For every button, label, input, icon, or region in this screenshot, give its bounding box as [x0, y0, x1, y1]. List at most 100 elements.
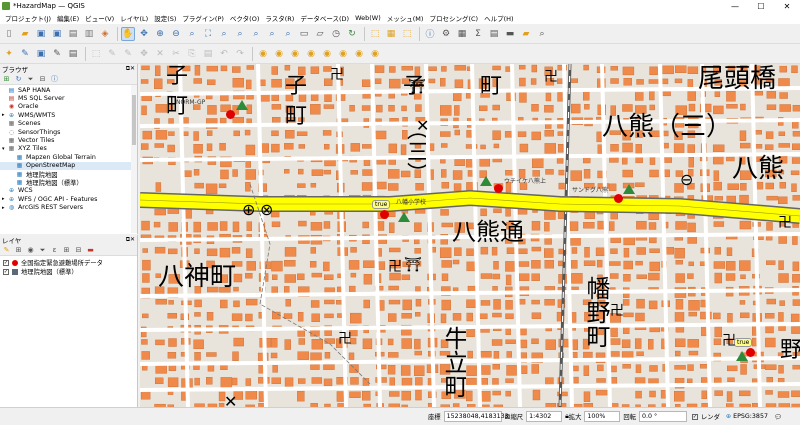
add-point-icon[interactable]: ⬚: [89, 47, 103, 61]
add-layer-icon[interactable]: ✦: [2, 47, 16, 61]
evacuation-point[interactable]: [226, 110, 235, 119]
label-pin-icon[interactable]: ◉: [272, 47, 286, 61]
menu-project[interactable]: プロジェクト(J): [2, 13, 54, 23]
evacuation-point[interactable]: [746, 348, 755, 357]
browser-item-mssql[interactable]: ▤ MS SQL Server: [0, 94, 137, 102]
edit-layer-icon[interactable]: ✎: [18, 47, 32, 61]
filter-legend-icon[interactable]: ⏷: [38, 246, 47, 255]
layer-visibility-checkbox[interactable]: ✓: [3, 268, 9, 275]
evacuation-point[interactable]: [380, 210, 389, 219]
open-project-icon[interactable]: ▰: [18, 27, 32, 41]
menu-plugins[interactable]: プラグイン(P): [179, 13, 227, 23]
label-move-icon[interactable]: ◉: [320, 47, 334, 61]
minimize-button[interactable]: —: [722, 0, 748, 12]
identify-icon[interactable]: ⓘ: [423, 27, 437, 41]
zoom-last-icon[interactable]: ⌕: [265, 27, 279, 41]
label-rotate-icon[interactable]: ◉: [336, 47, 350, 61]
new-3d-view-icon[interactable]: ▱: [313, 27, 327, 41]
label-show-icon[interactable]: ◉: [304, 47, 318, 61]
menu-edit[interactable]: 編集(E): [54, 13, 82, 23]
browser-item-oracle[interactable]: ◉ Oracle: [0, 103, 137, 111]
browser-item-arcgis[interactable]: ▸ ◍ ArcGIS REST Servers: [0, 203, 137, 211]
style-manager-icon[interactable]: ◈: [98, 27, 112, 41]
menu-help[interactable]: ヘルプ(H): [481, 13, 516, 23]
add-selected-icon[interactable]: ⊞: [2, 75, 11, 84]
menu-raster[interactable]: ラスタ(R): [262, 13, 297, 23]
browser-item-wcs[interactable]: ⊕ WCS: [0, 187, 137, 195]
add-group-icon[interactable]: ⊞: [14, 246, 23, 255]
measure-icon[interactable]: ▬: [503, 27, 517, 41]
messages-button[interactable]: 💬︎: [774, 413, 782, 421]
pan-to-selection-icon[interactable]: ✥: [137, 27, 151, 41]
layer-options-icon[interactable]: ▤: [66, 47, 80, 61]
menu-web[interactable]: Web(W): [352, 14, 384, 22]
collapse-all-icon[interactable]: ⊟: [74, 246, 83, 255]
filter-icon[interactable]: ⏷: [26, 75, 35, 84]
menu-mesh[interactable]: メッシュ(M): [384, 13, 427, 23]
render-checkbox[interactable]: ✓: [691, 413, 698, 420]
paste-icon[interactable]: ▤: [201, 47, 215, 61]
close-button[interactable]: ✕: [774, 0, 800, 12]
open-style-panel-icon[interactable]: ✎: [2, 246, 11, 255]
refresh-icon[interactable]: ↻: [14, 75, 23, 84]
expand-all-icon[interactable]: ⊞: [62, 246, 71, 255]
browser-item-vector-tiles[interactable]: ▦ Vector Tiles: [0, 136, 137, 144]
menu-processing[interactable]: プロセシング(C): [426, 13, 481, 23]
browser-item-wms[interactable]: ▸ ⊕ WMS/WMTS: [0, 111, 137, 119]
panel-close-icon[interactable]: ⧉✕: [126, 236, 135, 244]
field-calculator-icon[interactable]: ▤: [487, 27, 501, 41]
select-value-icon[interactable]: ▦: [384, 27, 398, 41]
save-as-icon[interactable]: ▣: [50, 27, 64, 41]
layer-visibility-checkbox[interactable]: ✓: [3, 259, 9, 266]
scrollbar-thumb[interactable]: [132, 95, 136, 145]
zoom-out-icon[interactable]: ⊖: [169, 27, 183, 41]
magnifier-field[interactable]: 100%: [584, 411, 621, 422]
delete-icon[interactable]: ✕: [153, 47, 167, 61]
crs-button[interactable]: ⊕ EPSG:3857: [726, 413, 768, 420]
collapse-all-icon[interactable]: ⊟: [38, 75, 47, 84]
maximize-button[interactable]: ☐: [748, 0, 774, 12]
zoom-in-icon[interactable]: ⊕: [153, 27, 167, 41]
menu-view[interactable]: ビュー(V): [82, 13, 117, 23]
label-change-icon[interactable]: ◉: [352, 47, 366, 61]
menu-database[interactable]: データベース(D): [297, 13, 352, 23]
action-icon[interactable]: ⚙: [439, 27, 453, 41]
map-tips-icon[interactable]: ▰: [519, 27, 533, 41]
filter-expression-icon[interactable]: ε: [50, 246, 59, 255]
pan-icon[interactable]: ✋: [121, 26, 135, 41]
zoom-native-icon[interactable]: ⌕: [249, 27, 263, 41]
browser-scrollbar[interactable]: [131, 85, 137, 233]
save-project-icon[interactable]: ▣: [34, 27, 48, 41]
select-features-icon[interactable]: ⬚: [368, 27, 382, 41]
refresh-icon[interactable]: ↻: [345, 27, 359, 41]
save-edits-icon[interactable]: ▣: [34, 47, 48, 61]
attribute-table-icon[interactable]: ▦: [455, 27, 469, 41]
zoom-layer-icon[interactable]: ⌕: [233, 27, 247, 41]
browser-item-sap-hana[interactable]: ▤ SAP HANA: [0, 86, 137, 94]
add-feature-icon[interactable]: ✎: [121, 47, 135, 61]
evacuation-point[interactable]: [614, 194, 623, 203]
new-project-icon[interactable]: ▯: [2, 27, 16, 41]
print-layout-icon[interactable]: ▤: [66, 27, 80, 41]
scale-field[interactable]: 1:4302: [526, 411, 563, 422]
zoom-full-icon[interactable]: ⛶: [201, 27, 215, 41]
move-feature-icon[interactable]: ✥: [137, 47, 151, 61]
label-diagram-icon[interactable]: ◉: [368, 47, 382, 61]
copy-icon[interactable]: ⎘: [185, 47, 199, 61]
browser-item-mapzen[interactable]: ▦ Mapzen Global Terrain: [0, 153, 137, 161]
evacuation-point[interactable]: [494, 184, 503, 193]
cut-icon[interactable]: ✂: [169, 47, 183, 61]
browser-item-wfs[interactable]: ▸ ⊕ WFS / OGC API - Features: [0, 195, 137, 203]
render-toggle[interactable]: ✓ レンダ: [690, 412, 720, 421]
coordinate-field[interactable]: 15238048,4183133: [443, 411, 509, 422]
layout-manager-icon[interactable]: ▥: [82, 27, 96, 41]
map-canvas[interactable]: 子 町 子 町 子 町 （三） 尾頭橋 八熊（三） 八熊 八熊通 八神町 幡野町…: [140, 64, 800, 407]
properties-icon[interactable]: ⓘ: [50, 75, 59, 84]
label-tool-icon[interactable]: ◉: [256, 47, 270, 61]
new-map-view-icon[interactable]: ▭: [297, 27, 311, 41]
annotation-icon[interactable]: ⌕: [535, 27, 549, 41]
undo-icon[interactable]: ↶: [217, 47, 231, 61]
statistics-icon[interactable]: Σ: [471, 27, 485, 41]
zoom-rubberband-icon[interactable]: ⌕: [185, 27, 199, 41]
rotation-field[interactable]: 0.0 °: [638, 411, 687, 422]
